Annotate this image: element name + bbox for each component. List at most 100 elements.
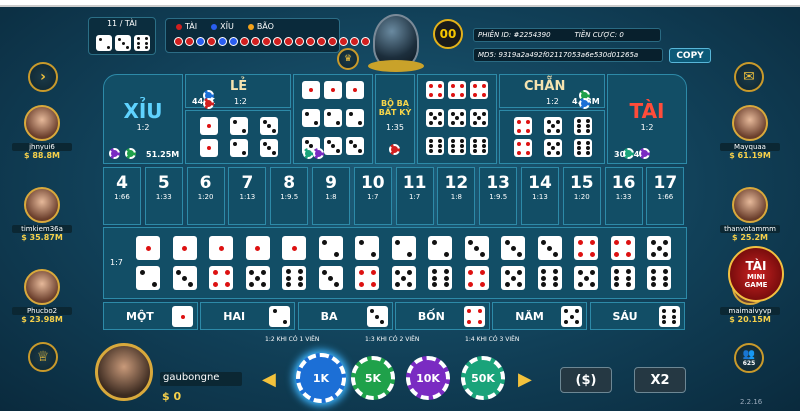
bet-total-10[interactable]: 10 1:7 — [353, 167, 392, 225]
bet-single-4[interactable]: BỐN — [394, 302, 490, 330]
bet-total-11[interactable]: 11 1:7 — [395, 167, 434, 225]
bet-total-5[interactable]: 5 1:33 — [144, 167, 183, 225]
die-face-5 — [448, 109, 466, 127]
jackpot-icon[interactable]: ♛ — [337, 48, 359, 70]
die-face-2 — [391, 236, 416, 260]
bet-combo-1-2[interactable] — [134, 234, 164, 294]
bet-combo-5-6[interactable] — [645, 234, 675, 294]
bet-total-17[interactable]: 17 1:66 — [646, 167, 685, 225]
die-face-4 — [574, 236, 598, 260]
player-seat[interactable]: timkiem36a $ 35.87M — [12, 187, 72, 242]
history-ball — [361, 37, 370, 46]
bet-total-4[interactable]: 4 1:66 — [103, 167, 141, 225]
bet-le[interactable]: LẺ 446K 1:2 — [185, 74, 291, 108]
bet-total-7[interactable]: 7 1:13 — [228, 167, 267, 225]
bet-combo-1-5[interactable] — [244, 234, 274, 294]
legend-bao: BÃO — [247, 22, 274, 31]
bet-combo-3-5[interactable] — [499, 234, 529, 294]
bet-single-2[interactable]: HAI — [200, 302, 296, 330]
placed-chip — [623, 148, 634, 159]
rebet-button[interactable]: ($) — [560, 367, 612, 393]
chip-10K[interactable]: 10K — [406, 356, 450, 400]
chip-next-arrow[interactable]: ▶ — [518, 369, 532, 390]
die-face-4 — [470, 81, 488, 99]
die-face-2 — [324, 109, 342, 127]
legend-tai: TÀI — [176, 22, 197, 31]
bet-combinations: 1:7 — [103, 227, 687, 299]
last-result-label: 11 / TÀI — [106, 19, 138, 28]
history-ball — [262, 37, 271, 46]
placed-chip — [579, 98, 590, 109]
chip-1K[interactable]: 1K — [296, 353, 346, 403]
bet-single-5[interactable]: NĂM — [492, 302, 588, 330]
player-balance: $ 88.8M — [23, 151, 61, 160]
player-seat[interactable]: Phucbo2 $ 23.98M — [12, 269, 72, 324]
player-name: timkiem36a — [12, 225, 72, 233]
chevron-right-icon[interactable]: › — [28, 62, 58, 92]
die-face-6 — [647, 266, 671, 290]
placed-chip — [313, 148, 324, 159]
bet-combo-4-6[interactable] — [609, 234, 639, 294]
copy-button[interactable]: COPY — [669, 48, 711, 63]
bet-total-13[interactable]: 13 1:9.5 — [479, 167, 518, 225]
bet-total-14[interactable]: 14 1:13 — [521, 167, 559, 225]
online-users-button[interactable]: 👥 625 — [734, 343, 764, 373]
bet-combo-1-6[interactable] — [280, 234, 310, 294]
bet-combo-4-5[interactable] — [572, 234, 602, 294]
die-face-5 — [391, 266, 416, 290]
bet-total-8[interactable]: 8 1:9.5 — [270, 167, 309, 225]
history-ball — [295, 37, 304, 46]
bet-doubles-low[interactable] — [185, 110, 291, 164]
player-name: Phucbo2 — [12, 307, 72, 315]
die-face-6 — [426, 137, 444, 155]
die-face-2 — [428, 236, 452, 260]
die-face-5 — [544, 139, 562, 157]
chip-5K[interactable]: 5K — [351, 356, 395, 400]
bet-total-15[interactable]: 15 1:20 — [562, 167, 601, 225]
bet-combo-2-3[interactable] — [317, 234, 347, 294]
player-seat[interactable]: Mayquaa $ 61.19M — [720, 105, 780, 160]
bet-triples-high[interactable] — [417, 74, 497, 164]
chat-icon[interactable]: ✉ — [734, 62, 764, 92]
player-avatar — [732, 105, 768, 141]
history-ball — [339, 37, 348, 46]
bet-combo-2-5[interactable] — [390, 234, 420, 294]
bet-total-16[interactable]: 16 1:33 — [604, 167, 643, 225]
die-face-1 — [245, 236, 270, 260]
bet-combo-1-3[interactable] — [171, 234, 201, 294]
mini-game-button[interactable]: TÀI MINI GAME — [728, 246, 784, 302]
die-face-2 — [136, 266, 160, 290]
history-ball — [317, 37, 326, 46]
die-face-3 — [366, 306, 388, 327]
die-face-1 — [136, 236, 160, 260]
player-seat[interactable]: jhnyui6 $ 88.8M — [12, 105, 72, 160]
double-bet-button[interactable]: X2 — [634, 367, 686, 393]
bet-total-9[interactable]: 9 1:8 — [312, 167, 350, 225]
bet-combo-3-6[interactable] — [536, 234, 566, 294]
chip-50K[interactable]: 50K — [461, 356, 505, 400]
die-face-2 — [318, 236, 343, 260]
die-face-2 — [269, 306, 291, 327]
bet-combo-2-6[interactable] — [426, 234, 456, 294]
bet-combo-3-4[interactable] — [463, 234, 493, 294]
player-seat[interactable]: thanvotammm $ 25.2M — [720, 187, 780, 242]
bet-single-6[interactable]: SÁU — [589, 302, 685, 330]
bet-doubles-high[interactable] — [499, 110, 605, 164]
player-name: Mayquaa — [720, 143, 780, 151]
bet-combo-1-4[interactable] — [207, 234, 237, 294]
history-ball — [174, 37, 183, 46]
placed-chip — [203, 98, 214, 109]
bet-single-1[interactable]: MỘT — [103, 302, 198, 330]
die-face-4 — [448, 81, 466, 99]
die-face-4 — [464, 266, 489, 290]
bet-total-6[interactable]: 6 1:20 — [186, 167, 225, 225]
history-ball — [251, 37, 260, 46]
bet-single-3[interactable]: BA — [297, 302, 393, 330]
bet-combo-2-4[interactable] — [353, 234, 383, 294]
die-face-6 — [610, 266, 635, 290]
crown-icon[interactable]: ♕ — [28, 342, 58, 372]
bet-total-12[interactable]: 12 1:8 — [437, 167, 476, 225]
chip-prev-arrow[interactable]: ◀ — [262, 369, 276, 390]
die-face-2 — [230, 139, 248, 157]
die-face-1 — [282, 236, 306, 260]
